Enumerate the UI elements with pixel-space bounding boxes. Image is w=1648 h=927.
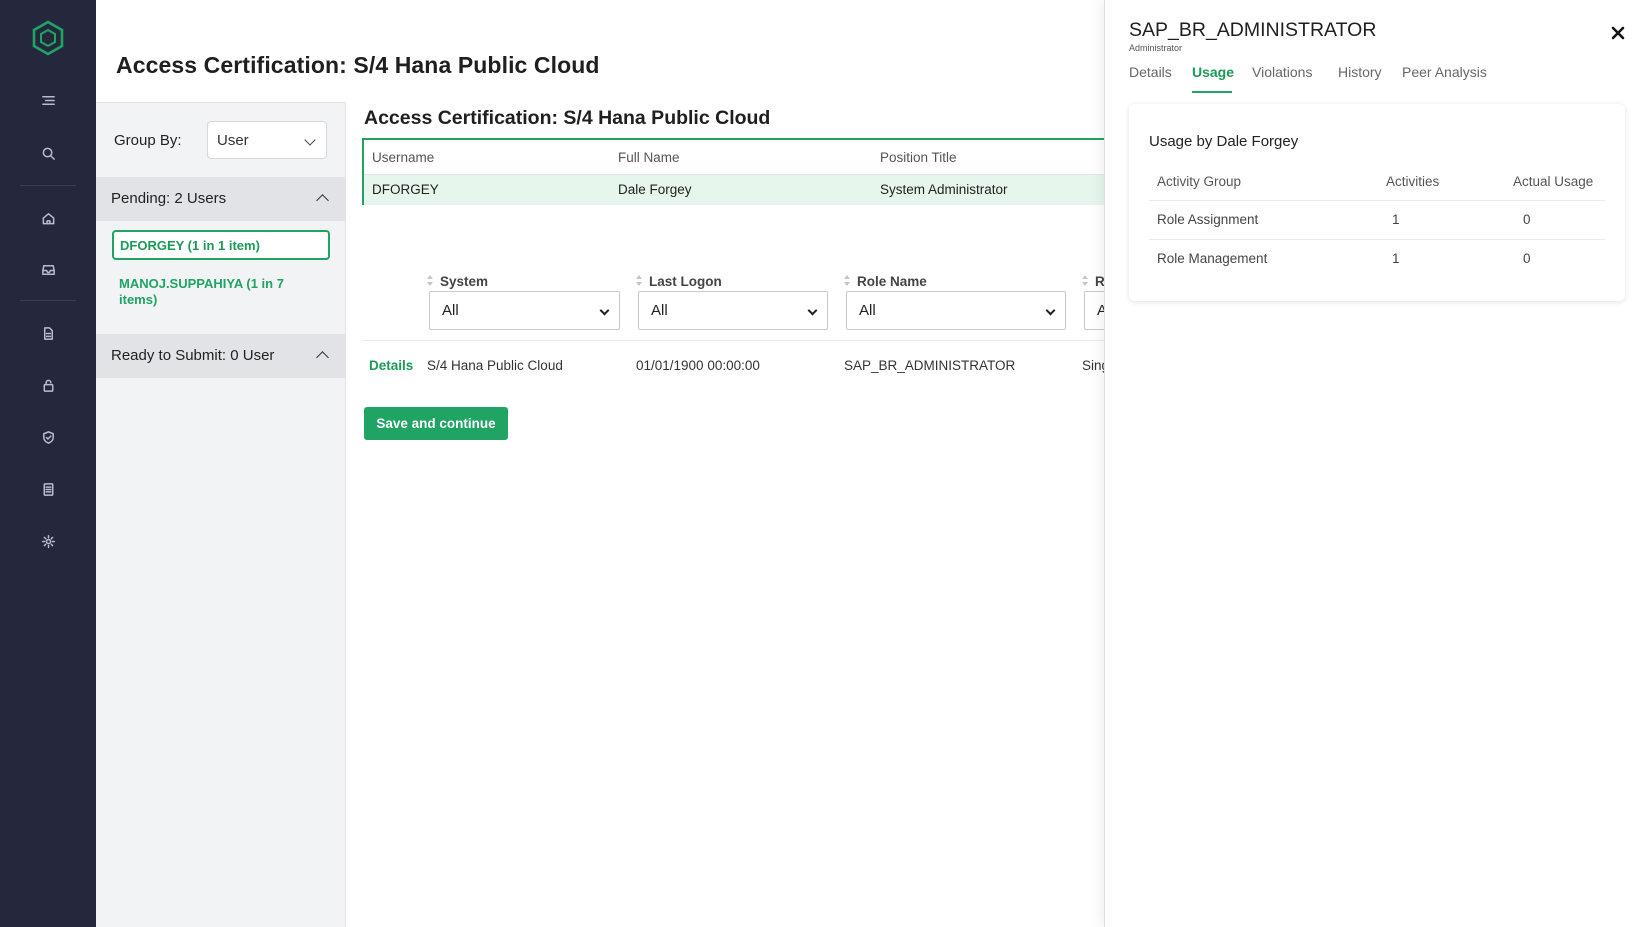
- cell-last-logon: 01/01/1900 00:00:00: [636, 358, 760, 373]
- group-panel: Group By: User Pending: 2 Users DFORGEY …: [96, 102, 346, 927]
- row-divider: [362, 340, 1106, 341]
- usage-cell-group: Role Management: [1157, 251, 1268, 266]
- user-table-header: Username Full Name Position Title: [364, 140, 1106, 175]
- home-icon[interactable]: [38, 208, 58, 228]
- row-divider: [1149, 200, 1605, 201]
- sort-icon[interactable]: [427, 275, 434, 287]
- pending-section-header[interactable]: Pending: 2 Users: [96, 177, 345, 221]
- settings-icon[interactable]: [38, 531, 58, 551]
- tab-usage[interactable]: Usage: [1192, 64, 1234, 80]
- column-header-position-title[interactable]: Position Title: [880, 150, 957, 165]
- group-by-value: User: [217, 132, 249, 149]
- chevron-down-icon: [599, 305, 610, 316]
- tab-details[interactable]: Details: [1129, 64, 1172, 80]
- column-header-activities: Activities: [1386, 174, 1440, 189]
- main-title: Access Certification: S/4 Hana Public Cl…: [364, 107, 771, 129]
- usage-cell-activities: 1: [1392, 212, 1400, 227]
- system-filter-select[interactable]: All: [429, 291, 620, 330]
- shield-check-icon[interactable]: [38, 427, 58, 447]
- ready-section-header[interactable]: Ready to Submit: 0 User: [96, 334, 345, 378]
- rail-divider: [20, 185, 76, 186]
- tab-peer-analysis[interactable]: Peer Analysis: [1402, 64, 1487, 80]
- column-header-activity-group: Activity Group: [1157, 174, 1242, 189]
- chevron-down-icon: [304, 134, 316, 146]
- usage-card: Usage by Dale Forgey Activity Group Acti…: [1129, 104, 1625, 301]
- rail-divider: [20, 300, 76, 301]
- save-and-continue-button[interactable]: Save and continue: [364, 407, 508, 440]
- group-by-select[interactable]: User: [207, 121, 327, 159]
- cell-role-name: SAP_BR_ADMINISTRATOR: [844, 358, 1016, 373]
- lock-icon[interactable]: [38, 375, 58, 395]
- sort-icon[interactable]: [1082, 275, 1089, 287]
- details-link[interactable]: Details: [369, 358, 413, 373]
- document-icon[interactable]: [38, 323, 58, 343]
- row-divider: [1149, 239, 1605, 240]
- usage-cell-actual: 0: [1523, 212, 1531, 227]
- nav-rail: [0, 0, 96, 927]
- app-logo-icon[interactable]: [31, 20, 65, 56]
- column-header-actual-usage: Actual Usage: [1513, 174, 1594, 189]
- user-item-manoj[interactable]: MANOJ.SUPPAHIYA (1 in 7 items): [119, 276, 319, 308]
- filter-label-system: System: [440, 274, 489, 289]
- chevron-up-icon: [316, 194, 329, 207]
- cell-full-name: Dale Forgey: [618, 182, 692, 197]
- tab-violations[interactable]: Violations: [1252, 64, 1312, 80]
- report-icon[interactable]: [38, 479, 58, 499]
- user-table: Username Full Name Position Title DFORGE…: [362, 138, 1106, 205]
- drawer-title: SAP_BR_ADMINISTRATOR: [1129, 19, 1377, 41]
- filter-label-last-logon: Last Logon: [649, 274, 722, 289]
- cell-username: DFORGEY: [372, 182, 439, 197]
- close-icon[interactable]: [1608, 23, 1628, 43]
- cell-position-title: System Administrator: [880, 182, 1008, 197]
- filter-label-role-name: Role Name: [857, 274, 927, 289]
- cell-system: S/4 Hana Public Cloud: [427, 358, 563, 373]
- table-row[interactable]: DFORGEY Dale Forgey System Administrator: [364, 175, 1106, 205]
- usage-cell-actual: 0: [1523, 251, 1531, 266]
- usage-title: Usage by Dale Forgey: [1149, 133, 1299, 150]
- group-by-label: Group By:: [114, 132, 182, 149]
- sort-icon[interactable]: [844, 275, 851, 287]
- tab-history[interactable]: History: [1338, 64, 1382, 80]
- chevron-down-icon: [807, 305, 818, 316]
- user-item-dforgey[interactable]: DFORGEY (1 in 1 item): [112, 230, 330, 260]
- column-header-username[interactable]: Username: [372, 150, 434, 165]
- last-logon-filter-select[interactable]: All: [638, 291, 828, 330]
- role-name-filter-select[interactable]: All: [846, 291, 1066, 330]
- pending-header-label: Pending: 2 Users: [111, 190, 227, 207]
- active-tab-indicator: [1192, 91, 1232, 93]
- search-icon[interactable]: [38, 143, 58, 163]
- usage-cell-activities: 1: [1392, 251, 1400, 266]
- usage-cell-group: Role Assignment: [1157, 212, 1259, 227]
- chevron-up-icon: [316, 351, 329, 364]
- chevron-down-icon: [1045, 305, 1056, 316]
- ready-header-label: Ready to Submit: 0 User: [111, 347, 275, 364]
- role-name-filter-value: All: [859, 302, 876, 319]
- last-logon-filter-value: All: [651, 302, 668, 319]
- system-filter-value: All: [442, 302, 459, 319]
- drawer-subtitle: Administrator: [1129, 43, 1183, 53]
- role-detail-drawer: SAP_BR_ADMINISTRATOR Administrator Detai…: [1104, 0, 1648, 927]
- sort-icon[interactable]: [636, 275, 643, 287]
- page-title: Access Certification: S/4 Hana Public Cl…: [116, 52, 600, 78]
- inbox-icon[interactable]: [38, 259, 58, 279]
- column-header-full-name[interactable]: Full Name: [618, 150, 680, 165]
- menu-icon[interactable]: [38, 90, 58, 110]
